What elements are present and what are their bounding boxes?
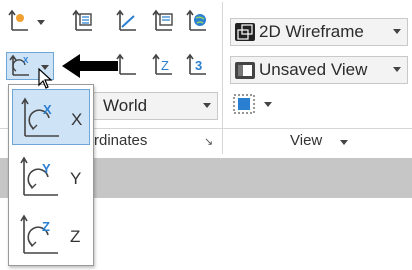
ucs-view-icon[interactable]	[150, 8, 176, 34]
view-icon	[235, 62, 255, 79]
named-view-value: Unsaved View	[259, 60, 368, 79]
ucs-dropdown-value: World	[103, 96, 148, 115]
view-panel-label: View	[290, 132, 323, 149]
rotate-x-icon: X	[21, 97, 59, 137]
ucs-axis-flyout: X X Y Y Z Z	[8, 84, 94, 266]
mouse-cursor-icon	[38, 67, 54, 90]
svg-text:Y: Y	[42, 161, 51, 176]
visual-style-dropdown[interactable]: 2D Wireframe	[230, 18, 408, 46]
chevron-down-icon	[393, 29, 401, 34]
flyout-item-z-label: Z	[70, 227, 81, 246]
viewport-icon[interactable]	[232, 93, 256, 115]
view-panel-expand-icon[interactable]	[340, 140, 348, 145]
svg-text:Z: Z	[161, 58, 169, 73]
named-view-dropdown[interactable]: Unsaved View	[230, 56, 408, 84]
rotate-y-icon: Y	[20, 156, 58, 196]
coordinates-panel-label: rdinates	[94, 132, 148, 149]
svg-text:3: 3	[195, 58, 202, 73]
flyout-item-x-label: X	[71, 110, 83, 129]
flyout-item-y-label: Y	[70, 169, 82, 188]
chevron-down-icon	[203, 103, 211, 108]
ucs-named-icon[interactable]	[70, 8, 96, 34]
ucs-world-icon[interactable]	[184, 8, 210, 34]
viewport-dropdown-caret[interactable]	[264, 102, 272, 107]
flyout-item-z[interactable]: Z Z	[12, 207, 90, 263]
ucs-dropdown-caret[interactable]	[37, 20, 45, 25]
ucs-3point-icon[interactable]	[114, 8, 140, 34]
wireframe-icon	[235, 23, 255, 41]
ucs-y-icon[interactable]	[114, 52, 140, 78]
ucs-z-icon[interactable]: Z	[150, 52, 176, 78]
visual-style-value: 2D Wireframe	[259, 22, 364, 41]
ucs-icon[interactable]	[6, 8, 32, 34]
ucs-dropdown[interactable]: World	[88, 92, 218, 120]
svg-text:X: X	[23, 56, 29, 65]
arrow-pointer-icon	[60, 52, 120, 80]
chevron-down-icon	[393, 67, 401, 72]
flyout-item-y[interactable]: Y Y	[12, 149, 90, 205]
svg-text:Z: Z	[42, 219, 50, 234]
panel-launcher-icon[interactable]: ↘	[204, 135, 213, 148]
panel-divider	[222, 2, 223, 154]
ucs-3-icon[interactable]: 3	[184, 52, 210, 78]
svg-text:X: X	[43, 102, 52, 117]
rotate-z-icon: Z	[20, 214, 58, 254]
flyout-item-x[interactable]: X X	[12, 89, 90, 145]
